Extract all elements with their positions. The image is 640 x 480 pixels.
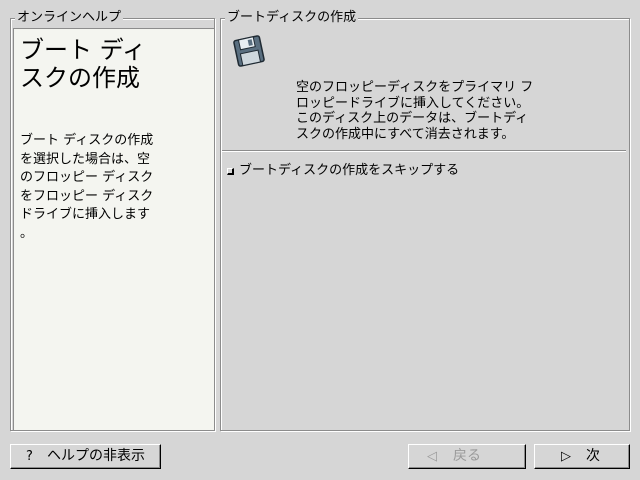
main-panel-title: ブートディスクの作成	[225, 10, 359, 26]
checkbox-box[interactable]	[227, 168, 234, 175]
right-arrow-icon: ▷	[561, 449, 571, 464]
instruction-message: 空のフロッピーディスクをプライマリ フ ロッピードライブに挿入してください。 こ…	[296, 80, 534, 142]
question-icon: ?	[26, 449, 33, 464]
back-button[interactable]: ◁ 戻る	[408, 444, 526, 469]
floppy-disk-icon	[233, 35, 265, 67]
divider	[222, 150, 626, 152]
hide-help-button[interactable]: ? ヘルプの非表示	[10, 444, 161, 469]
next-button[interactable]: ▷ 次	[534, 444, 630, 469]
left-arrow-icon: ◁	[427, 449, 437, 464]
help-text: ブート ディスクの作成 を選択した場合は、空 のフロッピー ディスク をフロッピ…	[20, 133, 154, 241]
help-heading: ブート ディ スクの作成	[20, 36, 146, 92]
help-panel-title: オンラインヘルプ	[15, 10, 124, 26]
skip-boot-disk-label[interactable]: ブートディスクの作成をスキップする	[239, 162, 459, 180]
